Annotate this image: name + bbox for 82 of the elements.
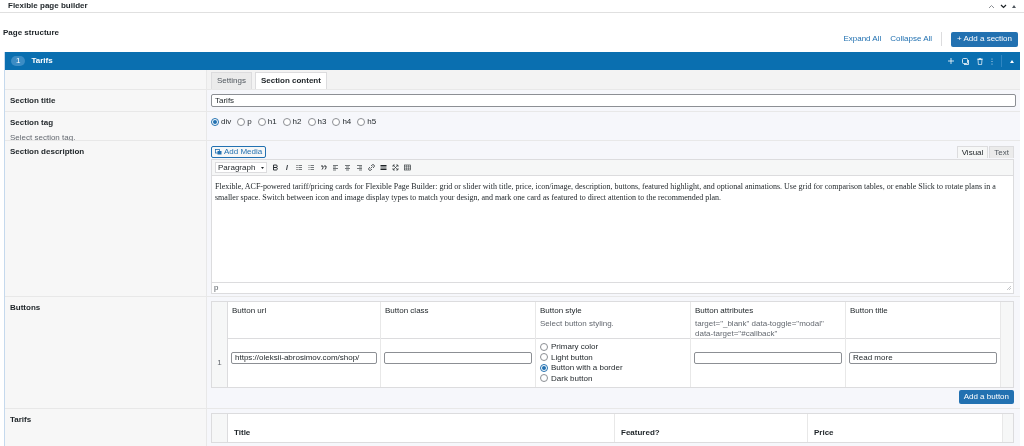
radio-button[interactable] <box>237 118 246 126</box>
text-input[interactable]: https://oleksii-abrosimov.com/shop/ <box>231 352 377 364</box>
radio-button[interactable] <box>257 118 266 126</box>
option-label: Light button <box>551 352 593 362</box>
numbered-list-icon[interactable] <box>308 164 315 171</box>
column-hint: target="_blank" data-toggle="modal" data-target="#callback" <box>695 319 825 339</box>
field-label: Buttons <box>10 302 42 314</box>
radio-button[interactable] <box>307 118 316 126</box>
option-label: div <box>221 116 232 128</box>
panel-title: Flexible page builder <box>8 0 88 12</box>
align-center-icon[interactable] <box>344 164 351 171</box>
column-title: Price <box>814 428 834 437</box>
radio-button[interactable] <box>211 118 219 126</box>
italic-icon[interactable] <box>284 164 291 171</box>
page-structure-label: Page structure <box>3 28 60 37</box>
radio-button[interactable] <box>357 118 366 126</box>
column-title: Button url <box>232 305 268 317</box>
column-title: Featured? <box>621 428 660 437</box>
description-text: Flexible, ACF-powered tariff/pricing cards for Flexible Page Builder: grid or slider with title, price, icon/image, description, buttons, featured highlight, and optional animations. Use grid for comparison tables, or enable Slick to rotate plans in a smaller space. Switch between icon and image display types to match your design, and mark one card as featured to direct attention to the recommended plan. <box>215 181 997 203</box>
plus-icon[interactable] <box>948 58 954 64</box>
chevron-down-icon[interactable] <box>1000 3 1007 9</box>
add-button[interactable]: Add a button <box>958 390 1014 404</box>
text-input[interactable]: Tarifs <box>211 94 1016 107</box>
option-label: h1 <box>267 116 277 128</box>
option-label: h4 <box>342 116 352 128</box>
resize-handle-icon[interactable] <box>1007 286 1011 290</box>
text-input[interactable]: Read more <box>849 352 997 364</box>
chevron-up-icon[interactable] <box>988 3 995 9</box>
column-title: Button attributes <box>695 305 755 317</box>
radio-button[interactable] <box>540 353 548 362</box>
option-label: h3 <box>317 116 327 128</box>
read-more-icon[interactable] <box>380 164 387 171</box>
align-left-icon[interactable] <box>332 164 339 171</box>
link[interactable]: Collapse All <box>890 33 933 45</box>
quote-icon[interactable] <box>320 164 327 171</box>
text-input[interactable] <box>384 352 532 364</box>
format-value: Paragraph <box>218 161 256 174</box>
option-label: h2 <box>292 116 302 128</box>
radio-button[interactable] <box>540 363 548 372</box>
option-label: Button with a border <box>551 363 623 373</box>
format-dropdown[interactable]: Paragraph <box>215 162 267 173</box>
caret-up-icon[interactable] <box>1012 4 1016 8</box>
link-icon[interactable] <box>368 164 375 171</box>
column-title: Title <box>234 428 251 437</box>
column-title: Button class <box>385 305 430 317</box>
element-path: p <box>214 282 219 294</box>
radio-button[interactable] <box>540 342 548 351</box>
column-title: Button style <box>540 305 583 317</box>
add-section-button[interactable]: + Add a section <box>951 31 1018 47</box>
link[interactable]: Expand All <box>843 33 882 45</box>
editor-mode-tab[interactable]: Text <box>989 146 1014 158</box>
editor-mode-tab[interactable]: Visual <box>956 146 989 158</box>
column-hint: Select button styling. <box>540 319 615 329</box>
tab[interactable]: Settings <box>211 72 252 89</box>
radio-button[interactable] <box>540 374 548 383</box>
align-right-icon[interactable] <box>356 164 363 171</box>
field-label: Section tag <box>10 117 55 129</box>
caret-up-icon[interactable] <box>1010 59 1014 63</box>
caret-down-icon[interactable] <box>261 166 264 169</box>
duplicate-icon[interactable] <box>962 57 969 65</box>
radio-button[interactable] <box>282 118 291 126</box>
option-label: h5 <box>367 116 377 128</box>
trash-icon[interactable] <box>977 57 983 65</box>
text-input[interactable] <box>694 352 842 364</box>
media-icon[interactable] <box>215 149 222 155</box>
option-label: Primary color <box>551 342 599 352</box>
option-label: p <box>247 116 252 128</box>
radio-button[interactable] <box>332 118 341 126</box>
bold-icon[interactable] <box>272 164 279 171</box>
add-media-button[interactable]: Add Media <box>211 146 267 158</box>
option-label: Dark button <box>551 373 593 383</box>
field-label: Tarifs <box>10 414 33 426</box>
row-number: 1 <box>212 339 228 387</box>
toolbar-toggle-icon[interactable] <box>404 164 411 171</box>
bulleted-list-icon[interactable] <box>296 164 303 171</box>
section-title: Tarifs <box>31 55 53 67</box>
field-label: Section description <box>10 146 86 158</box>
tab[interactable]: Section content <box>254 72 327 89</box>
fullscreen-icon[interactable] <box>392 164 399 171</box>
column-title: Button title <box>850 305 889 317</box>
field-label: Section title <box>10 95 57 107</box>
section-number-badge: 1 <box>11 56 26 66</box>
